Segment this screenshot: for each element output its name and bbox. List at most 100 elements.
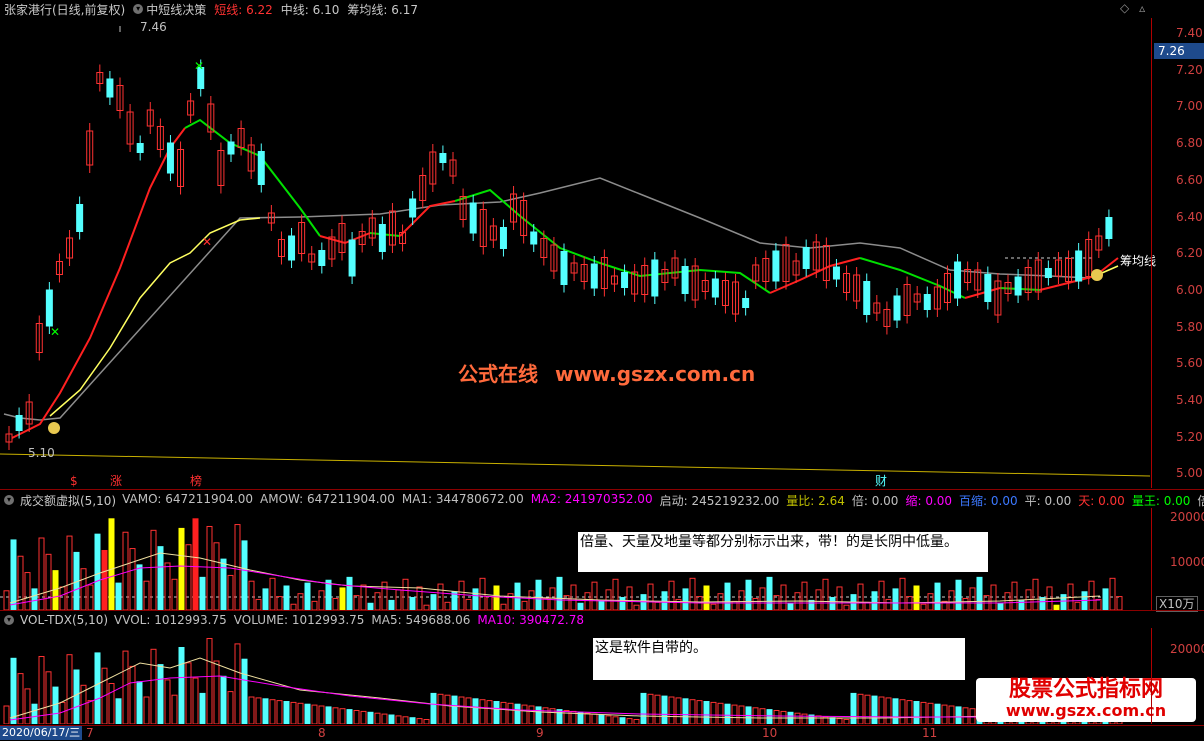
price-tick: 6.60 (1176, 172, 1203, 187)
high-price-marker: 7.46 (140, 20, 167, 34)
event-marker-zhang[interactable]: 涨 (110, 474, 122, 488)
volume-bar (682, 588, 689, 611)
volume-bar (10, 657, 17, 725)
price-tick: 5.20 (1176, 429, 1203, 444)
volume-bar (507, 702, 514, 725)
volume-bar (465, 697, 472, 725)
event-marker-cai[interactable]: 财 (875, 474, 887, 488)
volume-bar (227, 574, 234, 611)
candle (590, 263, 598, 289)
diamond-icon[interactable]: ◇ (1120, 1, 1129, 15)
triangle-up-icon[interactable]: ▵ (1139, 1, 1145, 15)
volume-bar (885, 598, 892, 611)
candle (711, 278, 719, 298)
volume-chart-pane[interactable]: 这是软件自带的。 股票公式指标网 www.gszx.com.cn (0, 628, 1196, 725)
volume-bar (913, 585, 920, 611)
candle (621, 272, 629, 288)
price-chart-svg: ✕ ✕ ✕ (0, 26, 1151, 477)
volume-bar (703, 701, 710, 725)
volume-bar (479, 699, 486, 725)
volume-bar (458, 696, 465, 725)
volume-bar (87, 700, 94, 725)
event-marker-bang[interactable]: 榜 (190, 474, 202, 488)
volume-bar (822, 578, 829, 611)
readout-item: MA10: 390472.78 (477, 613, 584, 627)
volume-bar (416, 586, 423, 611)
readout-item: 百缩: 0.00 (959, 493, 1018, 508)
volume-indicator-title[interactable]: VOL-TDX(5,10) (20, 613, 108, 627)
volume-bar (472, 698, 479, 725)
volume-bar (381, 581, 388, 611)
volume-bar (339, 587, 346, 611)
chevron-down-icon[interactable]: ▾ (4, 495, 14, 505)
volume-bar (171, 578, 178, 611)
volume-bar (150, 529, 157, 611)
candle (984, 274, 992, 302)
volume-bar (367, 602, 374, 611)
volume-bar (402, 578, 409, 611)
volume-bar (647, 693, 654, 725)
price-tick: 6.40 (1176, 209, 1203, 224)
volume-bar (801, 581, 808, 611)
volume-bar (234, 643, 241, 725)
volume-axis: 20000 (1151, 628, 1204, 724)
volume-annotation: 这是软件自带的。 (593, 638, 965, 680)
volume-bar (311, 600, 318, 611)
volume-bar (80, 568, 87, 611)
volume-bar (668, 580, 675, 611)
volume-bar (962, 707, 969, 725)
volume-bar (906, 700, 913, 725)
volume-bar (836, 718, 843, 725)
amount-chart-pane[interactable]: 倍量、天量及地量等都分别标示出来，带！的是长阴中低量。 (0, 508, 1150, 611)
volume-bar (276, 700, 283, 725)
price-tick: 5.60 (1176, 356, 1203, 371)
volume-bar (255, 598, 262, 611)
volume-bar (948, 590, 955, 611)
volume-bar (871, 695, 878, 725)
candle (802, 247, 810, 269)
indicator-dropdown[interactable]: ▾ 中短线决策 (133, 1, 206, 18)
volume-bar (682, 698, 689, 725)
volume-bar (367, 711, 374, 725)
volume-bar (885, 697, 892, 725)
volume-bar (850, 692, 857, 725)
timeline-bar[interactable]: 2020/06/17/三 7 8 9 10 11 (0, 725, 1204, 741)
volume-bar (927, 702, 934, 725)
event-marker-dollar[interactable]: $ (70, 474, 78, 488)
volume-bar (465, 598, 472, 611)
volume-bar (920, 701, 927, 725)
candle (76, 204, 84, 232)
window-controls: ◇ ▵ (1120, 1, 1145, 15)
volume-bar (766, 576, 773, 611)
volume-bar (353, 595, 360, 611)
volume-bar (675, 598, 682, 611)
amount-annotation: 倍量、天量及地量等都分别标示出来，带！的是长阴中低量。 (578, 532, 988, 572)
volume-bar (815, 589, 822, 611)
volume-bar (570, 584, 577, 611)
volume-bar (346, 709, 353, 725)
candle (318, 250, 326, 266)
svg-text:✕: ✕ (202, 235, 212, 249)
candles (5, 59, 1113, 450)
volume-bar (388, 714, 395, 725)
volume-bar (444, 694, 451, 725)
volume-bar (528, 590, 535, 611)
volume-bar (409, 717, 416, 725)
price-chart-pane[interactable]: ✕ ✕ ✕ 7.46 5.10 筹均线 $ 涨 榜 财 公式在线 www.gsz… (0, 18, 1156, 488)
chevron-down-icon[interactable]: ▾ (4, 615, 14, 625)
volume-bar (122, 531, 129, 611)
readout-item: VAMO: 647211904.00 (122, 491, 253, 506)
volume-bar (584, 592, 591, 611)
volume-bar (927, 593, 934, 611)
stock-title[interactable]: 张家港行(日线,前复权) (4, 1, 125, 18)
volume-bar (409, 597, 416, 611)
volume-bar (668, 696, 675, 725)
amount-indicator-title[interactable]: 成交额虚拟(5,10) (20, 492, 116, 509)
month-label: 10 (762, 726, 778, 740)
candle (772, 250, 780, 282)
volume-bar (283, 585, 290, 611)
volume-bar (318, 705, 325, 725)
candle (45, 289, 53, 327)
volume-bar (332, 707, 339, 725)
volume-bar (976, 576, 983, 611)
